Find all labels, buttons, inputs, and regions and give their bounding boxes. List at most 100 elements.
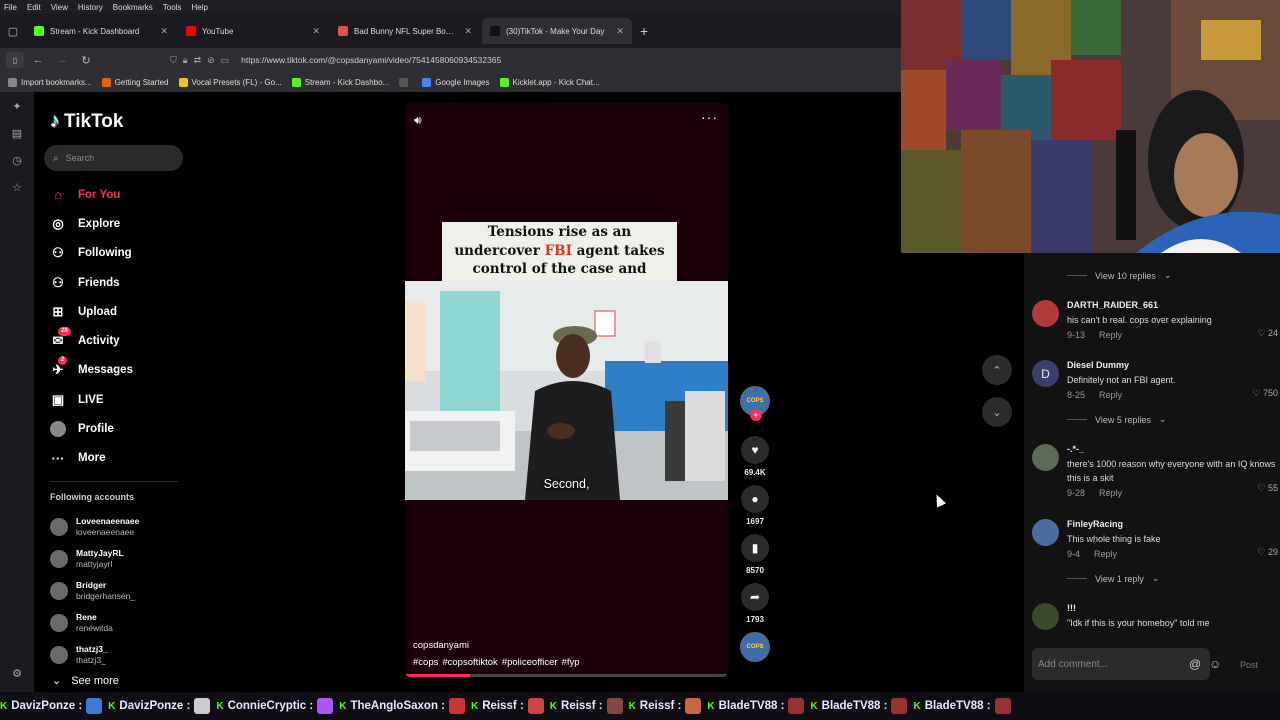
menu-item-file[interactable]: File xyxy=(4,3,17,12)
creator-avatar[interactable]: COPS + xyxy=(740,386,770,421)
view-replies-button[interactable]: View 5 replies ⌄ xyxy=(1067,414,1166,425)
reader-icon[interactable]: ▤ xyxy=(12,127,22,140)
star-icon[interactable]: ☆ xyxy=(12,181,22,194)
bookmark-item[interactable]: Kicklet.app - Kick Chat... xyxy=(499,77,600,87)
reload-icon[interactable]: ↻ xyxy=(76,50,96,70)
close-icon[interactable]: ✕ xyxy=(160,26,168,37)
history-icon[interactable]: ◷ xyxy=(12,154,22,167)
comment-author[interactable]: -.*-_ xyxy=(1067,444,1278,454)
bookmark-item[interactable] xyxy=(399,77,412,87)
hashtag-link[interactable]: #cops xyxy=(413,657,438,668)
lock-icon[interactable]: 🔒︎ xyxy=(183,55,188,66)
comment-author[interactable]: FinleyRacing xyxy=(1067,519,1278,529)
reply-button[interactable]: Reply xyxy=(1099,390,1122,400)
browser-tab[interactable]: YouTube ✕ xyxy=(178,18,328,44)
nav-item-more[interactable]: ··· More xyxy=(50,444,190,473)
menu-item-history[interactable]: History xyxy=(78,3,103,12)
emoji-icon[interactable]: ☺ xyxy=(1209,657,1221,671)
following-account[interactable]: Rene renewitda xyxy=(50,607,139,639)
gear-icon[interactable]: ⚙ xyxy=(12,667,22,680)
follow-plus-icon[interactable]: + xyxy=(750,409,762,421)
close-icon[interactable]: ✕ xyxy=(312,26,320,37)
add-comment-input[interactable]: Add comment... xyxy=(1032,648,1210,680)
bookmark-item[interactable]: Vocal Presets (FL) - Go... xyxy=(178,77,282,87)
tracking-icon[interactable]: ⊘ xyxy=(207,55,215,66)
comment-author[interactable]: DARTH_RAIDER_661 xyxy=(1067,300,1278,310)
shield-icon[interactable]: ⛉ xyxy=(170,55,177,66)
comment-like-button[interactable]: ♡ 29 xyxy=(1257,547,1278,558)
see-more-button[interactable]: ⌄ See more xyxy=(52,674,119,688)
comment-author[interactable]: !!! xyxy=(1067,603,1278,613)
avatar[interactable] xyxy=(1032,519,1059,546)
nav-item-friends[interactable]: ⚇ Friends xyxy=(50,268,190,297)
new-tab-button[interactable]: + xyxy=(640,23,648,39)
page-icon[interactable]: ▭ xyxy=(221,55,230,66)
forward-icon[interactable]: → xyxy=(52,50,72,70)
bookmark-item[interactable]: Google Images xyxy=(422,77,490,87)
share-icon[interactable]: ➦ xyxy=(741,583,769,611)
volume-icon[interactable]: 🔊︎ xyxy=(414,113,422,128)
hashtag-link[interactable]: #policeofficer xyxy=(502,657,558,668)
next-video-button[interactable]: ⌄ xyxy=(982,397,1012,427)
reply-button[interactable]: Reply xyxy=(1099,330,1122,340)
avatar[interactable]: D xyxy=(1032,360,1059,387)
post-button[interactable]: Post xyxy=(1240,660,1258,670)
search-input[interactable]: ⌕ Search xyxy=(44,145,183,171)
reply-button[interactable]: Reply xyxy=(1094,549,1117,559)
nav-item-live[interactable]: ▣ LIVE xyxy=(50,385,190,414)
view-replies-button[interactable]: View 1 reply ⌄ xyxy=(1067,573,1159,584)
reply-button[interactable]: Reply xyxy=(1099,488,1122,498)
following-account[interactable]: thatzj3_ thatzj3_ xyxy=(50,639,139,671)
hashtag-link[interactable]: #fyp xyxy=(562,657,580,668)
menu-item-edit[interactable]: Edit xyxy=(27,3,41,12)
browser-tab[interactable]: (30)TikTok - Make Your Day ✕ xyxy=(482,18,632,44)
view-replies-button[interactable]: View 10 replies ⌄ xyxy=(1067,270,1171,281)
bookmark-item[interactable]: Import bookmarks... xyxy=(8,77,92,87)
video-author[interactable]: copsdanyami xyxy=(413,640,469,651)
browser-tab[interactable]: Bad Bunny NFL Super Bowl halft ✕ xyxy=(330,18,480,44)
sound-disc-icon[interactable]: COPS xyxy=(740,632,770,662)
sidebar-toggle-icon[interactable]: ▯ xyxy=(6,52,24,68)
menu-item-tools[interactable]: Tools xyxy=(163,3,182,12)
menu-item-help[interactable]: Help xyxy=(191,3,207,12)
nav-item-explore[interactable]: ◎ Explore xyxy=(50,209,190,238)
following-account[interactable]: MattyJayRL mattyjayrl xyxy=(50,543,139,575)
close-icon[interactable]: ✕ xyxy=(464,26,472,37)
nav-item-messages[interactable]: ✈ 2 Messages xyxy=(50,356,190,385)
nav-item-upload[interactable]: ⊞ Upload xyxy=(50,297,190,326)
nav-item-following[interactable]: ⚇ Following xyxy=(50,239,190,268)
heart-icon[interactable]: ♥ xyxy=(741,436,769,464)
following-account[interactable]: Bridger bridgerhansen_ xyxy=(50,575,139,607)
mention-icon[interactable]: @ xyxy=(1189,657,1201,671)
bookmark-item[interactable]: Stream - Kick Dashbo... xyxy=(291,77,389,87)
url-field[interactable]: https://www.tiktok.com/@copsdanyami/vide… xyxy=(241,55,501,65)
back-icon[interactable]: ← xyxy=(28,50,48,70)
comment-like-button[interactable]: ♡ 55 xyxy=(1257,483,1278,494)
menu-item-bookmarks[interactable]: Bookmarks xyxy=(113,3,153,12)
extension-icon[interactable]: ✦ xyxy=(12,100,21,113)
tab-list-icon[interactable]: ▢ xyxy=(0,14,26,48)
menu-item-view[interactable]: View xyxy=(51,3,68,12)
nav-item-activity[interactable]: ✉ 28 Activity xyxy=(50,326,190,355)
comment-like-button[interactable]: ♡ 24 xyxy=(1257,328,1278,339)
tiktok-logo[interactable]: ♪ TikTok xyxy=(50,110,123,133)
video-progress-bar[interactable] xyxy=(405,674,728,677)
nav-item-for-you[interactable]: ⌂ For You xyxy=(50,180,190,209)
hashtag-link[interactable]: #copsoftiktok xyxy=(442,657,497,668)
following-account[interactable]: Loveenaeenaee loveenaeenaee xyxy=(50,511,139,543)
comment-author[interactable]: Diesel Dummy xyxy=(1067,360,1278,370)
bookmark-item[interactable]: Getting Started xyxy=(101,77,169,87)
more-options-icon[interactable]: ··· xyxy=(701,109,718,125)
avatar[interactable] xyxy=(1032,300,1059,327)
video-player[interactable]: 🔊︎ ··· Tensions rise as an undercover FB… xyxy=(405,103,728,677)
nav-item-profile[interactable]: Profile xyxy=(50,414,190,443)
avatar[interactable] xyxy=(1032,444,1059,471)
browser-tab[interactable]: Stream - Kick Dashboard ✕ xyxy=(26,18,176,44)
bookmark-icon[interactable]: ▮ xyxy=(741,534,769,562)
comment-icon[interactable]: ● xyxy=(741,485,769,513)
avatar[interactable] xyxy=(1032,603,1059,630)
permissions-icon[interactable]: ⇄ xyxy=(194,55,202,66)
comment-like-button[interactable]: ♡ 750 xyxy=(1252,388,1278,399)
previous-video-button[interactable]: ⌃ xyxy=(982,355,1012,385)
close-icon[interactable]: ✕ xyxy=(616,26,624,37)
